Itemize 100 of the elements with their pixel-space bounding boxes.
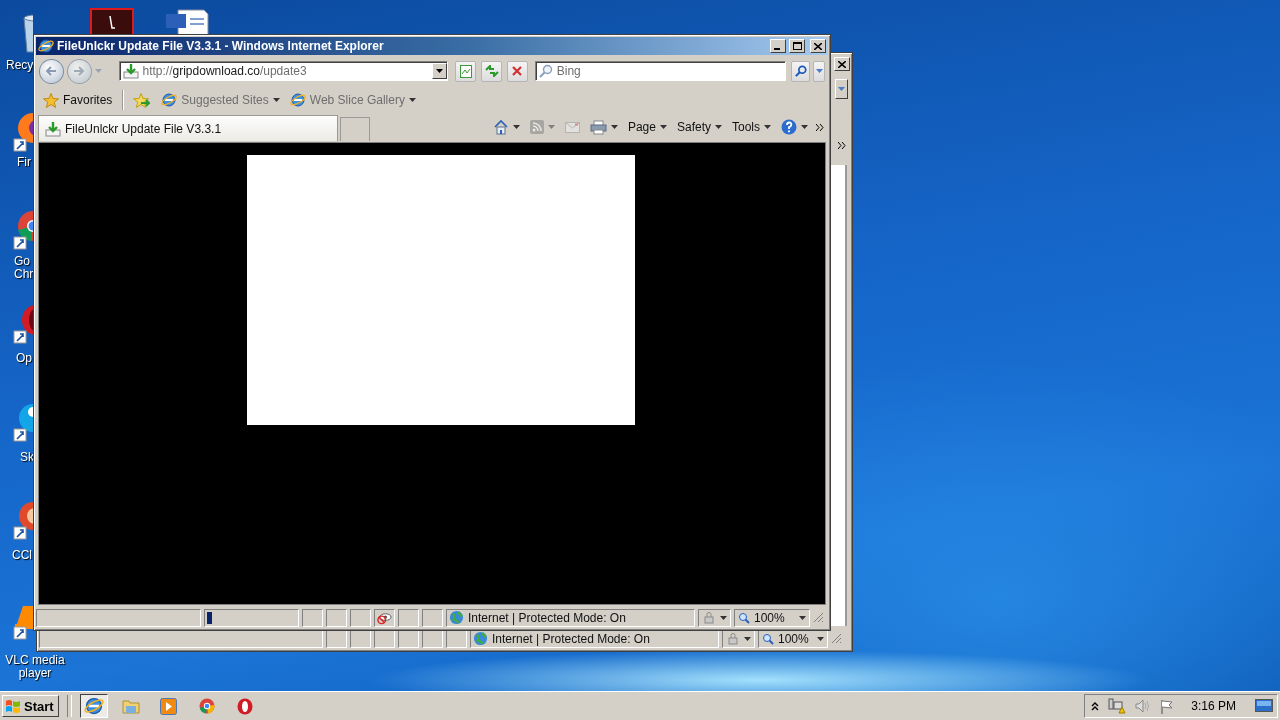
desktop-icon-label: Op [16, 352, 32, 365]
desktop-icon-label: Sk [20, 451, 34, 464]
chrome-icon [198, 698, 215, 714]
browser-tab[interactable]: FileUnlckr Update File V3.3.1 [38, 115, 338, 141]
printer-icon [589, 119, 607, 135]
status-pane [422, 608, 443, 627]
taskbar-button[interactable] [79, 694, 108, 718]
favorites-button[interactable]: Favorites [40, 90, 116, 110]
caret-icon [512, 125, 520, 129]
caret-icon [838, 87, 845, 91]
caret-icon [94, 69, 102, 73]
globe-icon [83, 696, 104, 716]
desktop-icon[interactable] [13, 110, 33, 152]
menu-button[interactable]: Tools [730, 120, 773, 134]
maximize-button[interactable] [789, 39, 805, 53]
back-button[interactable] [39, 58, 64, 84]
zone-status: Internet | Protected Mode: On [492, 631, 650, 646]
mail-icon [564, 121, 580, 133]
caret-icon [659, 125, 667, 129]
address-field[interactable]: http://gripdownload.co/update3 [118, 61, 449, 81]
chevron-icon[interactable] [816, 123, 824, 131]
download-page-icon [45, 120, 61, 137]
zoom-icon [762, 632, 774, 645]
help-button[interactable] [779, 119, 810, 135]
refresh-button[interactable] [481, 60, 502, 82]
caret-icon [817, 636, 824, 641]
minimize-button[interactable] [770, 39, 786, 53]
stop-button[interactable] [506, 60, 528, 82]
print-button[interactable] [587, 119, 620, 135]
speaker-icon [1135, 699, 1152, 713]
caret-icon [272, 98, 280, 102]
address-dropdown-button[interactable] [432, 63, 448, 79]
desktop-icon-label: Go Chr [14, 255, 34, 281]
close-icon [814, 42, 822, 50]
volume-button[interactable] [1135, 699, 1152, 713]
flag-icon [1160, 698, 1175, 714]
caret-icon [547, 125, 555, 129]
status-pane [326, 608, 347, 627]
status-pane [302, 608, 323, 627]
download-page-icon [122, 63, 139, 79]
star-icon [43, 92, 59, 108]
network-button[interactable] [1108, 698, 1127, 714]
close-icon [838, 60, 846, 68]
zoom-button[interactable]: 100% [734, 608, 810, 627]
protected-mode-button[interactable] [698, 608, 731, 627]
desktop-icon-label: Recy [6, 59, 34, 72]
desktop-icon[interactable] [90, 8, 134, 34]
globe-icon [289, 92, 306, 108]
broken-page-icon [459, 64, 472, 78]
resize-grip-icon[interactable] [831, 633, 842, 644]
desktop-icon [1255, 699, 1273, 713]
globe-icon [38, 38, 54, 54]
stop-icon [512, 66, 523, 76]
back-arrow-icon [45, 66, 58, 76]
search-button[interactable] [791, 60, 811, 82]
action-center-button[interactable] [1160, 698, 1175, 714]
search-icon [794, 65, 807, 77]
caret-icon [610, 125, 618, 129]
chevron-icon[interactable] [838, 142, 846, 149]
resize-grip-icon[interactable] [813, 612, 824, 623]
zone-status: Internet | Protected Mode: On [468, 610, 626, 625]
compatibility-view-button[interactable] [455, 60, 477, 82]
forward-arrow-icon [73, 66, 86, 76]
window-title: FileUnlckr Update File V3.3.1 - Windows Internet Explorer [57, 39, 385, 53]
help-icon [781, 119, 797, 135]
close-button[interactable] [810, 39, 826, 53]
globe-icon [473, 631, 488, 646]
protected-mode-button[interactable] [722, 629, 755, 648]
windows-logo-icon [5, 698, 21, 714]
refresh-icon [484, 65, 499, 77]
close-button[interactable] [834, 57, 850, 71]
chevron-up-icon [1091, 701, 1100, 711]
search-icon [538, 64, 553, 78]
menu-button[interactable]: Page [625, 120, 669, 134]
clock[interactable]: 3:16 PM [1191, 699, 1236, 713]
status-pane [350, 608, 371, 627]
caret-icon [815, 69, 823, 73]
search-field[interactable]: Bing [534, 61, 787, 81]
caret-icon [720, 615, 727, 620]
start-button[interactable]: Start [2, 695, 59, 717]
maximize-icon [792, 42, 802, 50]
zoom-icon [738, 611, 750, 624]
network-warning-icon [1108, 698, 1127, 714]
caret-icon [764, 125, 771, 129]
menu-button[interactable]: Safety [674, 120, 724, 134]
lock-icon [726, 632, 740, 645]
status-pane [398, 608, 419, 627]
caret-icon [799, 615, 806, 620]
favorites-link[interactable]: Suggested Sites [158, 90, 283, 110]
lock-icon [702, 611, 716, 624]
show-desktop-button[interactable] [1255, 699, 1273, 713]
caret-icon [744, 636, 751, 641]
caret-icon [715, 125, 722, 129]
home-icon [492, 119, 509, 135]
caret-icon [408, 98, 416, 102]
globe-icon [161, 92, 178, 108]
show-hidden-icons-button[interactable] [1091, 701, 1100, 711]
globe-icon [449, 610, 464, 625]
feed-icon [529, 120, 544, 134]
desktop-icon-label: CCl [12, 549, 32, 562]
